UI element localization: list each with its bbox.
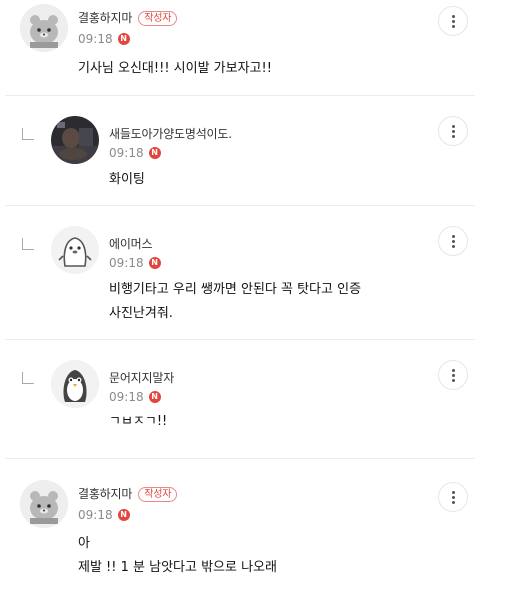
new-badge: N — [117, 33, 130, 45]
avatar[interactable] — [20, 4, 68, 52]
comment-meta: 09:18 N — [109, 256, 161, 270]
comment-time: 09:18 — [109, 390, 144, 404]
more-options-button[interactable] — [438, 226, 468, 256]
comment-list: 결홍하지마작성자 09:18 N 기사님 오신대!!! 시이발 가보자고!! — [0, 0, 511, 595]
avatar[interactable] — [51, 116, 99, 164]
reply-arrow-icon — [22, 238, 34, 250]
bear-icon — [20, 480, 68, 528]
comment-text-line: ㄱㅂㅈㄱ!! — [109, 414, 168, 429]
comment-meta: 09:18 N — [109, 146, 161, 160]
more-dot-icon — [451, 24, 455, 28]
new-badge: N — [148, 391, 161, 403]
comment-text: 비행기타고 우리 쌩까면 안된다 꼭 탓다고 인증 사진난겨줘. — [109, 278, 361, 326]
more-dot-icon — [451, 368, 455, 372]
more-dot-icon — [451, 14, 455, 18]
more-dot-icon — [451, 495, 455, 499]
reply-arrow-icon — [22, 372, 34, 384]
bear-icon — [20, 4, 68, 52]
comment-time: 09:18 — [78, 32, 113, 46]
more-dot-icon — [451, 134, 455, 138]
comment-text-line: 기사님 오신대!!! 시이발 가보자고!! — [78, 61, 272, 76]
more-dot-icon — [451, 19, 455, 23]
more-dot-icon — [451, 378, 455, 382]
comment-meta: 09:18 N — [109, 390, 161, 404]
more-dot-icon — [451, 244, 455, 248]
more-options-button[interactable] — [438, 482, 468, 512]
divider — [5, 95, 475, 96]
comment-meta: 09:18 N — [78, 508, 130, 522]
comment-nickname[interactable]: 새들도아가양도명석이도. — [109, 125, 232, 142]
more-options-button[interactable] — [438, 6, 468, 36]
more-options-button[interactable] — [438, 360, 468, 390]
more-dot-icon — [451, 490, 455, 494]
photo-avatar — [51, 116, 99, 164]
more-options-button[interactable] — [438, 116, 468, 146]
more-dot-icon — [451, 124, 455, 128]
more-dot-icon — [451, 500, 455, 504]
nickname-text: 결홍하지마 — [78, 11, 133, 25]
avatar[interactable] — [51, 226, 99, 274]
divider — [5, 458, 475, 459]
more-dot-icon — [451, 129, 455, 133]
comment-nickname[interactable]: 결홍하지마 작성자 — [78, 9, 178, 26]
comment-text: ㄱㅂㅈㄱ!! — [109, 410, 167, 434]
comment-text: 기사님 오신대!!! 시이발 가보자고!! — [78, 57, 272, 81]
comment-time: 09:18 — [109, 146, 144, 160]
comment-text-line: 비행기타고 우리 쌩까면 안된다 꼭 탓다고 인증 — [109, 282, 362, 297]
comment-time: 09:18 — [78, 508, 113, 522]
author-badge: 작성자 — [138, 487, 178, 502]
more-dot-icon — [451, 234, 455, 238]
comment-meta: 09:18 N — [78, 32, 130, 46]
comment-text: 화이팅 — [109, 168, 145, 192]
nickname-text: 새들도아가양도명석이도. — [109, 127, 232, 141]
comment-text-line: 사진난겨줘. — [109, 306, 173, 321]
avatar[interactable] — [20, 480, 68, 528]
nickname-text: 문어지지말자 — [109, 371, 175, 385]
comment-text-line: 아 — [78, 536, 90, 551]
comment-nickname[interactable]: 문어지지말자 — [109, 369, 174, 386]
avatar[interactable] — [51, 360, 99, 408]
new-badge: N — [148, 147, 161, 159]
more-dot-icon — [451, 373, 455, 377]
nickname-text: 에이머스 — [109, 237, 153, 251]
divider — [5, 339, 475, 340]
comment-text-line: 화이팅 — [109, 172, 145, 187]
divider — [5, 205, 475, 206]
new-badge: N — [117, 509, 130, 521]
comment-time: 09:18 — [109, 256, 144, 270]
comment-nickname[interactable]: 에이머스 — [109, 235, 153, 252]
more-dot-icon — [451, 239, 455, 243]
comment-nickname[interactable]: 결홍하지마 작성자 — [78, 485, 178, 502]
comment-text-line: 제발 !! 1 분 남앗다고 밖으로 나오래 — [78, 560, 277, 575]
comment-text: 아 제발 !! 1 분 남앗다고 밖으로 나오래 — [78, 532, 277, 580]
penguin-icon — [51, 360, 99, 408]
author-badge: 작성자 — [138, 11, 178, 26]
nickname-text: 결홍하지마 — [78, 487, 133, 501]
new-badge: N — [148, 257, 161, 269]
seal-icon — [51, 226, 99, 274]
reply-arrow-icon — [22, 128, 34, 140]
